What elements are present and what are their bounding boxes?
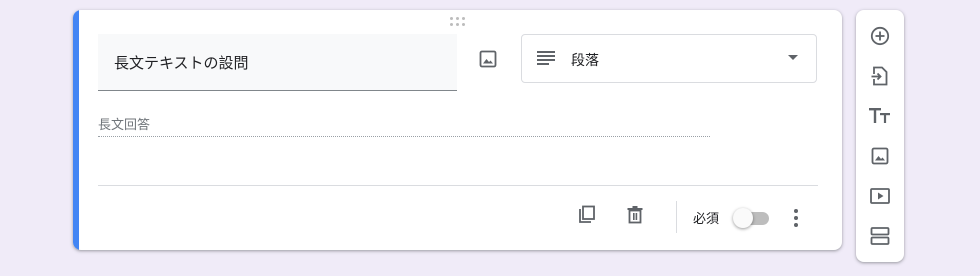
required-toggle[interactable] xyxy=(733,206,773,230)
add-image-button[interactable] xyxy=(473,44,503,74)
trash-icon xyxy=(627,206,643,224)
footer-divider xyxy=(98,185,818,186)
answer-placeholder: 長文回答 xyxy=(98,118,151,133)
active-indicator xyxy=(73,10,79,250)
question-type-label: 段落 xyxy=(571,53,599,69)
paragraph-lines-icon xyxy=(537,51,555,65)
title-text-icon xyxy=(869,108,890,123)
image-icon xyxy=(871,147,889,165)
answer-underline xyxy=(98,136,710,137)
section-icon xyxy=(870,227,890,245)
required-label: 必須 xyxy=(693,212,720,227)
add-image-tool-button[interactable] xyxy=(868,144,892,168)
copy-icon xyxy=(579,205,595,223)
video-icon xyxy=(870,188,890,204)
import-icon xyxy=(871,66,888,86)
add-video-button[interactable] xyxy=(868,184,892,208)
question-title-text: 長文テキストの設問 xyxy=(114,54,249,72)
toggle-thumb xyxy=(733,208,753,228)
add-circle-icon xyxy=(870,26,890,46)
question-card[interactable]: 長文テキストの設問 段落 長文回答 必須 xyxy=(73,10,842,250)
more-vertical-icon xyxy=(794,209,798,213)
delete-button[interactable] xyxy=(623,203,647,227)
duplicate-button[interactable] xyxy=(575,203,599,227)
footer-separator xyxy=(676,201,677,233)
side-toolbar xyxy=(856,10,904,262)
dropdown-arrow-icon xyxy=(788,55,798,60)
add-title-button[interactable] xyxy=(868,104,892,128)
import-questions-button[interactable] xyxy=(868,64,892,88)
question-title-input[interactable]: 長文テキストの設問 xyxy=(98,34,457,91)
image-icon xyxy=(479,50,497,68)
more-options-button[interactable] xyxy=(784,206,808,230)
add-question-button[interactable] xyxy=(868,24,892,48)
question-type-select[interactable]: 段落 xyxy=(521,34,817,83)
drag-handle-icon[interactable] xyxy=(450,17,466,27)
add-section-button[interactable] xyxy=(868,224,892,248)
